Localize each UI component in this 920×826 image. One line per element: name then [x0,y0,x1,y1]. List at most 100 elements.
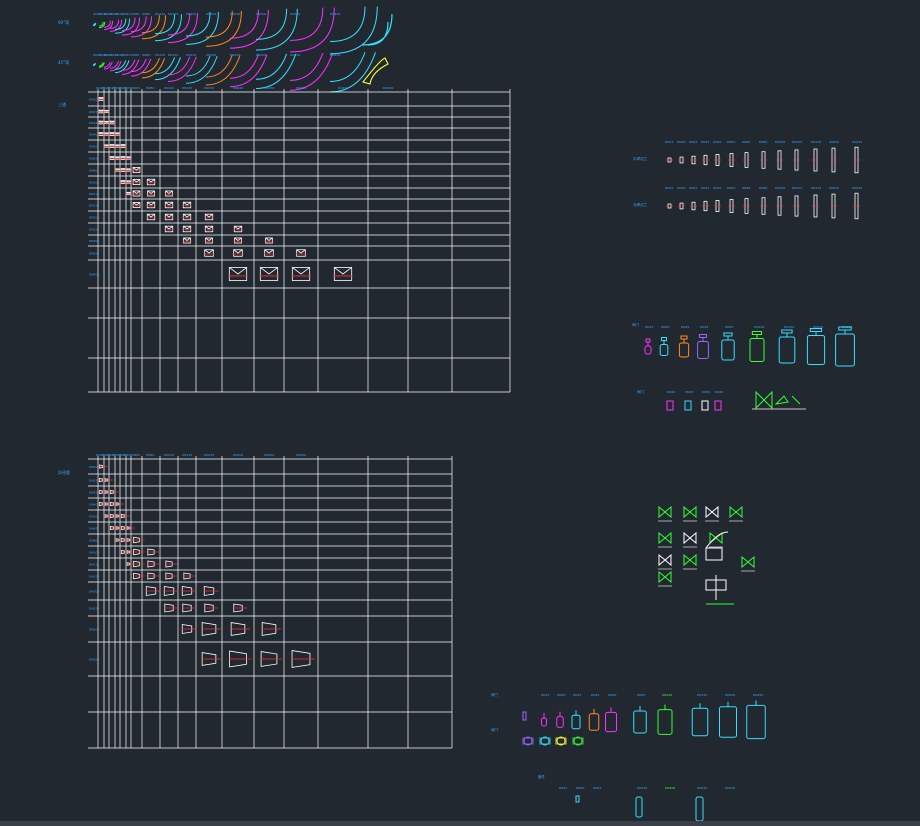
elbow-45-symbol [154,57,176,75]
row-header: DN100 [89,181,99,185]
row-header: DN150 [89,575,99,579]
column-header: DN200 [233,453,243,457]
valve-handwheel [809,328,823,332]
column-header: DN100 [164,86,174,90]
valve-body-symbol [684,400,692,411]
row-header: DN300 [89,239,99,243]
flange-size-label: DN80 [759,140,767,144]
bottom-size-label: DN100 [662,693,672,697]
column-header: DN150 [204,86,214,90]
tee-table-corner-label: 三通 [58,101,66,107]
elbow-size-label: DN350 [290,12,300,16]
bottom-fitting-size-label: DN200 [665,786,675,790]
valve-size-label: DN50 [725,325,733,329]
flange-size-label: DN150 [811,140,821,144]
elbow-size-label: DN150 [186,53,196,57]
elbow-90-symbol [121,17,141,36]
column-header: DN80 [146,453,154,457]
flange-row1-label: 平焊法兰 [633,156,647,161]
tee-symbol-branch [292,267,310,275]
elbow-size-label: DN50 [122,53,130,57]
elbow-rows: 90°弯 45°弯 DN15DN15DN20DN20DN25DN25DN32DN… [58,6,393,93]
bottom-valve-symbol [746,704,766,740]
elbow-size-label: DN250 [230,12,240,16]
elbow-size-label: DN250 [230,53,240,57]
fitting-body-symbol [695,796,704,822]
valve-handwheel [751,331,763,335]
valve-size-label: DN40 [715,390,723,394]
bottom-valve-symbol [541,717,547,727]
bottom-fitting-size-label: DN15 [559,786,567,790]
elbow-90-symbol [130,16,153,38]
flange-size-label: DN20 [677,186,685,190]
flange-size-label: DN50 [727,140,735,144]
flange-size-label: DN250 [852,186,862,190]
tee-symbol-branch [296,249,306,254]
flange-size-label: DN25 [689,186,697,190]
elbow-size-label: DN65 [131,12,139,16]
elbow-size-label: DN200 [206,12,216,16]
column-header: DN350 [338,86,348,90]
flange-size-label: DN125 [792,140,802,144]
row-header: DN125 [89,192,99,196]
flange-size-label: DN100 [775,140,785,144]
bottom-fitting-size-label: DN250 [697,786,707,790]
valve-size-label: DN150 [784,325,794,329]
elbow-size-label: DN125 [168,53,178,57]
valve-body-symbol [714,400,722,411]
row-header: DN400 [89,273,99,277]
tee-symbol-branch [165,201,173,206]
elbow-90-symbol [141,15,166,40]
elbow-90-symbol [98,21,104,27]
row-header: DN65 [89,527,97,531]
valve-size-label: DN15 [645,325,653,329]
fitting-valve-symbol [729,505,743,519]
flange-size-label: DN65 [742,140,750,144]
bottom-valve-symbol [719,706,737,738]
bottom-size-label: DN32 [591,693,599,697]
row-header: DN250 [89,228,99,232]
row-header: DN20 [89,98,97,102]
bottom-valve-symbol [657,709,673,735]
bottom-size-label: DN250 [753,693,763,697]
flange-size-label: DN150 [811,186,821,190]
tee-symbol-branch [183,201,191,206]
row-header: DN32 [89,491,97,495]
elbow-90-symbol [167,13,191,36]
row-header: DN25 [89,110,97,114]
cad-drawing-canvas: 90°弯 45°弯 DN15 DN15 DN20 DN20 DN25 DN25 DN32 DN… [58,6,862,822]
row-header: DN350 [89,658,99,662]
row-header: DN40 [89,503,97,507]
tee-symbol-branch [183,213,191,218]
valve-row2-label: 阀门 [637,389,645,394]
tee-symbol-branch [183,225,191,230]
fitting-valve-symbol [705,505,719,519]
row-header: DN250 [89,607,99,611]
row-header: DN100 [89,551,99,555]
elbow-size-label: DN80 [142,12,150,16]
column-header: DN80 [146,86,154,90]
column-header: DN100 [164,453,174,457]
bottom-valve-symbol [605,711,617,733]
flange-size-label: DN200 [829,140,839,144]
bottom-fitting-size-label: DN20 [576,786,584,790]
column-header: DN300 [296,453,306,457]
row-header: DN32 [89,121,97,125]
row-header: DN125 [89,563,99,567]
flange-size-label: DN25 [689,140,697,144]
tee-symbol-branch [147,178,155,183]
valve-handwheel [781,329,793,334]
valve-body-symbol [749,338,765,362]
flange-row2-label: 对焊法兰 [633,202,647,207]
elbow-45-symbol [255,53,288,80]
elbow-size-label: DN100 [155,12,165,16]
bottom-size-label: DN150 [697,693,707,697]
valve-body-symbol [701,400,709,411]
row-header: DN50 [89,515,97,519]
flange-size-label: DN200 [829,186,839,190]
reducer-table-corner-label: 异径管 [58,469,70,475]
elbow-size-label: DN50 [122,12,130,16]
tee-symbol-branch [264,249,274,254]
column-header: DN400 [383,86,393,90]
row-header: DN20 [89,465,97,469]
